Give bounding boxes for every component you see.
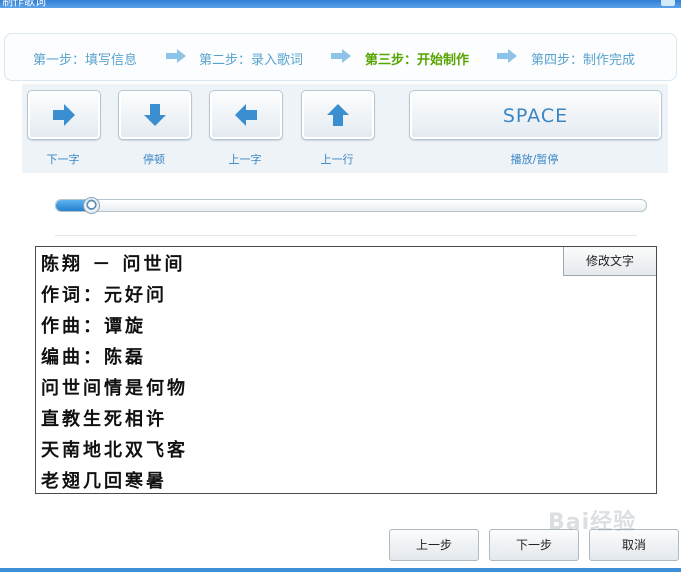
lyric-line: 编曲：陈磊 bbox=[41, 347, 146, 368]
arrow-up-icon bbox=[327, 104, 349, 126]
lyric-line: 天南地北双飞客 bbox=[41, 440, 188, 461]
bottom-bar bbox=[0, 568, 681, 572]
space-key-label: SPACE bbox=[502, 105, 569, 127]
space-key-button[interactable]: SPACE bbox=[409, 90, 662, 140]
close-icon[interactable] bbox=[661, 0, 675, 6]
window-titlebar: 制作歌词 bbox=[0, 0, 681, 8]
lyric-line: 直教生死相许 bbox=[41, 409, 167, 430]
step-1: 第一步：填写信息 bbox=[33, 53, 138, 68]
next-word-button[interactable] bbox=[27, 90, 101, 140]
lyric-line: 问世间情是何物 bbox=[41, 378, 188, 399]
prev-line-label: 上一行 bbox=[320, 153, 354, 166]
lyric-line: 作曲：谭旋 bbox=[41, 316, 146, 337]
lyric-line: 作词：元好问 bbox=[41, 285, 167, 306]
divider bbox=[55, 235, 637, 236]
step-2: 第二步：录入歌词 bbox=[199, 53, 304, 68]
next-word-label: 下一字 bbox=[46, 153, 80, 166]
arrow-right-icon bbox=[53, 104, 75, 126]
play-pause-label: 播放/暂停 bbox=[510, 153, 559, 166]
watermark: Bai经验 bbox=[548, 500, 678, 548]
arrow-right-icon bbox=[331, 49, 351, 63]
step-3-active: 第三步：开始制作 bbox=[365, 53, 470, 68]
lyrics-title-line: 陈翔 － 问世间 bbox=[41, 254, 186, 275]
step-indicator: 第一步：填写信息 第二步：录入歌词 第三步：开始制作 第四步：制作完成 bbox=[4, 33, 677, 81]
progress-thumb[interactable] bbox=[83, 197, 101, 214]
progress-slider[interactable] bbox=[55, 197, 647, 214]
arrow-right-icon bbox=[497, 49, 517, 63]
watermark-text: Bai经验 bbox=[548, 510, 637, 535]
arrow-down-icon bbox=[144, 104, 166, 126]
arrow-left-icon bbox=[235, 104, 257, 126]
prev-word-button[interactable] bbox=[209, 90, 283, 140]
prev-line-button[interactable] bbox=[301, 90, 375, 140]
control-panel: 下一字 停顿 上一字 上一行 SPACE 播放/暂停 bbox=[22, 84, 668, 173]
step-4: 第四步：制作完成 bbox=[531, 53, 636, 68]
pause-button[interactable] bbox=[118, 90, 192, 140]
prev-word-label: 上一字 bbox=[228, 153, 262, 166]
arrow-right-icon bbox=[166, 49, 186, 63]
lyrics-box[interactable]: 陈翔 － 问世间 修改文字 作词：元好问 作曲：谭旋 编曲：陈磊 问世间情是何物… bbox=[35, 246, 657, 494]
edit-text-button[interactable]: 修改文字 bbox=[563, 247, 656, 276]
pause-label: 停顿 bbox=[143, 153, 165, 166]
lyric-line: 老翅几回寒暑 bbox=[41, 471, 167, 492]
window-title: 制作歌词 bbox=[2, 0, 46, 8]
prev-step-button[interactable]: 上一步 bbox=[389, 529, 479, 561]
